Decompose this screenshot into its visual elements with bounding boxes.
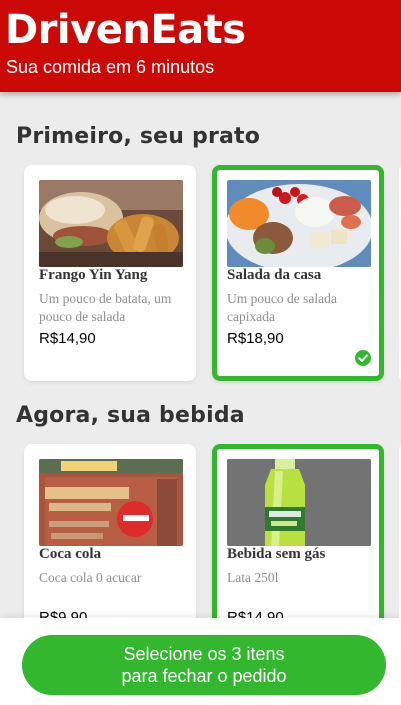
dish-card-frango-yin-yang[interactable]: Frango Yin Yang Um pouco de batata, um p… [24,165,196,381]
section-title-dishes: Primeiro, seu prato [16,124,261,149]
dish-description: Um pouco de salada capixada [227,291,337,324]
drink-name: Coca cola [39,546,102,562]
drink-photo-coca-cola [39,459,183,546]
drink-description: Lata 250l [227,570,279,585]
app-tagline: Sua comida em 6 minutos [6,57,215,77]
dish-card-salada-da-casa[interactable]: Salada da casa Um pouco de salada capixa… [212,165,384,381]
section-title-drinks: Agora, sua bebida [16,403,245,428]
close-order-button-line1: Selecione os 3 itens [123,644,285,664]
dish-photo-salada [227,180,371,267]
dish-photo-frango [39,180,183,267]
check-circle-icon [355,350,371,366]
drink-description: Coca cola 0 acucar [39,570,142,585]
dish-price: R$14,90 [39,330,96,347]
dish-name: Salada da casa [227,267,322,283]
close-order-button-line2: para fechar o pedido [121,666,287,686]
drink-name: Bebida sem gás [227,546,326,562]
close-order-button[interactable]: Selecione os 3 itens para fechar o pedid… [22,635,386,695]
top-bar: DrivenEats Sua comida em 6 minutos [0,0,401,92]
dish-price: R$18,90 [227,330,284,347]
dish-description: Um pouco de batata, um pouco de salada [39,291,172,324]
bottom-bar: Selecione os 3 itens para fechar o pedid… [0,618,401,705]
dish-name: Frango Yin Yang [39,267,148,283]
app-logo-title: DrivenEats [5,7,246,53]
drink-photo-bebida [227,459,371,546]
